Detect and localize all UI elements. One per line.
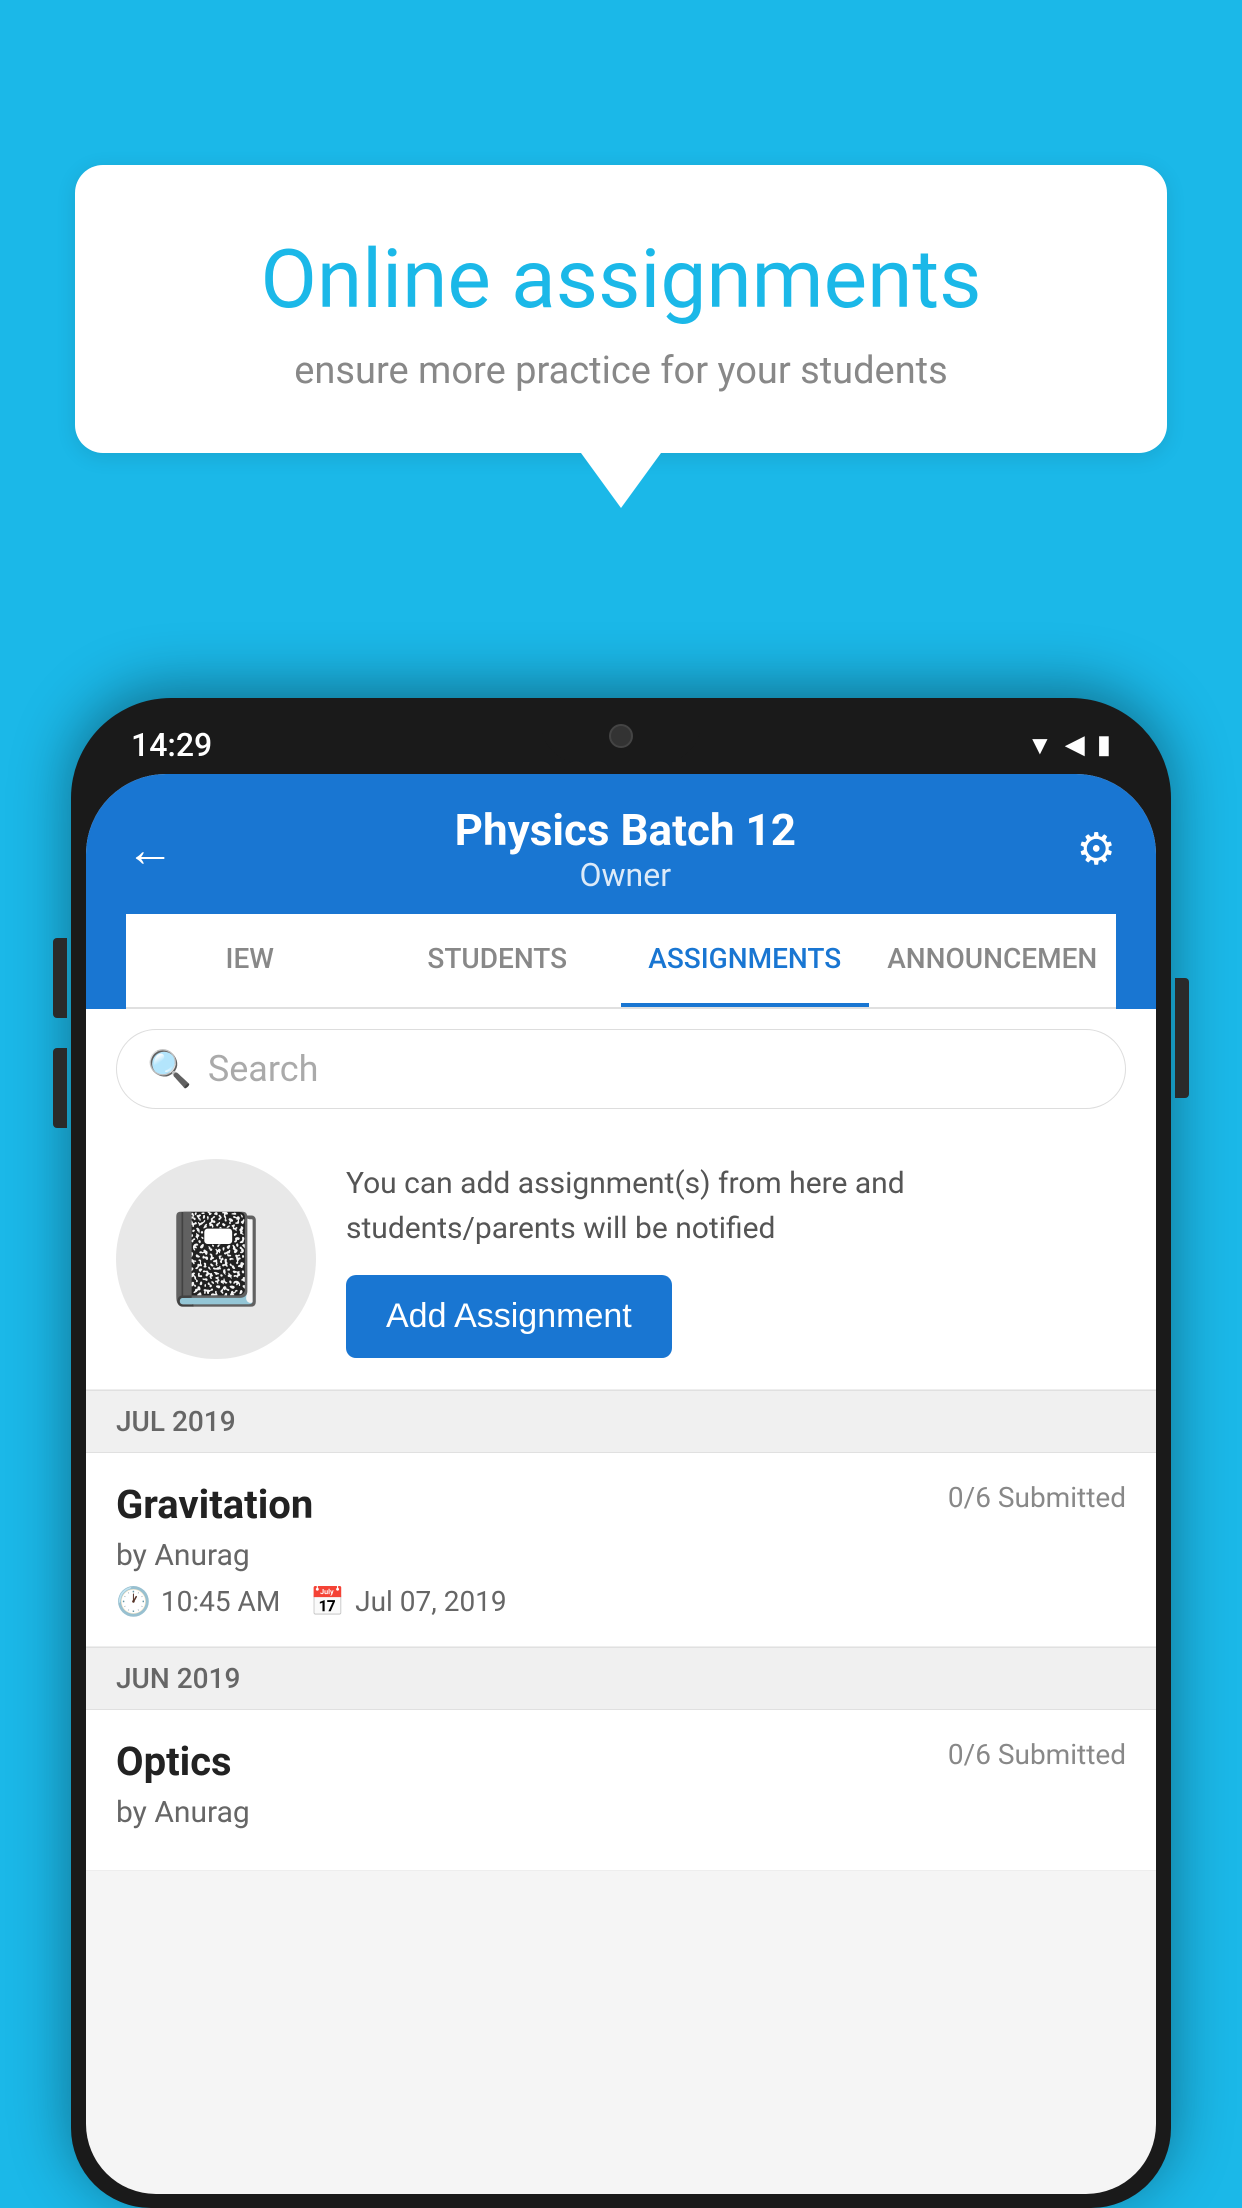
promo-description: You can add assignment(s) from here and … <box>346 1161 1126 1251</box>
speech-bubble: Online assignments ensure more practice … <box>75 165 1167 453</box>
status-bar: 14:29 ▼ ◀ ▮ <box>71 708 1171 764</box>
assignment-item-optics[interactable]: Optics 0/6 Submitted by Anurag <box>86 1710 1156 1871</box>
tab-announcements[interactable]: ANNOUNCEMEN <box>869 914 1117 1007</box>
promo-section: 📓 You can add assignment(s) from here an… <box>86 1129 1156 1390</box>
phone-frame: 14:29 ▼ ◀ ▮ ← Physics Batch 12 Owner ⚙ I… <box>71 698 1171 2208</box>
battery-icon: ▮ <box>1097 730 1111 760</box>
tabs-bar: IEW STUDENTS ASSIGNMENTS ANNOUNCEMEN <box>126 914 1116 1009</box>
search-icon: 🔍 <box>147 1048 192 1090</box>
assignment-submitted-optics: 0/6 Submitted <box>948 1738 1126 1771</box>
signal-icon: ◀ <box>1065 730 1085 760</box>
app-header: ← Physics Batch 12 Owner ⚙ IEW STUDENTS … <box>86 774 1156 1009</box>
assignment-meta-gravitation: 🕐 10:45 AM 📅 Jul 07, 2019 <box>116 1585 1126 1618</box>
phone-notch <box>541 708 701 763</box>
app-header-top: ← Physics Batch 12 Owner ⚙ <box>126 804 1116 914</box>
phone-screen: ← Physics Batch 12 Owner ⚙ IEW STUDENTS … <box>86 774 1156 2194</box>
assignment-submitted-gravitation: 0/6 Submitted <box>948 1481 1126 1514</box>
header-subtitle: Owner <box>455 856 796 894</box>
assignment-author-optics: by Anurag <box>116 1795 1126 1830</box>
tab-assignments[interactable]: ASSIGNMENTS <box>621 914 869 1007</box>
phone-camera <box>609 724 633 748</box>
tab-students[interactable]: STUDENTS <box>374 914 622 1007</box>
assignment-item-top: Gravitation 0/6 Submitted <box>116 1481 1126 1528</box>
meta-time-gravitation: 🕐 10:45 AM <box>116 1585 280 1618</box>
speech-bubble-arrow <box>581 453 661 508</box>
search-bar-container: 🔍 Search <box>86 1009 1156 1129</box>
add-assignment-button[interactable]: Add Assignment <box>346 1275 672 1358</box>
month-separator-jun: JUN 2019 <box>86 1647 1156 1710</box>
promo-icon-circle: 📓 <box>116 1159 316 1359</box>
assignment-item-top-optics: Optics 0/6 Submitted <box>116 1738 1126 1785</box>
month-separator-jul: JUL 2019 <box>86 1390 1156 1453</box>
tab-iew[interactable]: IEW <box>126 914 374 1007</box>
assignment-title-optics: Optics <box>116 1738 232 1785</box>
assignment-icon: 📓 <box>160 1207 272 1312</box>
header-title: Physics Batch 12 <box>455 804 796 856</box>
search-placeholder: Search <box>208 1048 319 1090</box>
settings-button[interactable]: ⚙ <box>1077 823 1116 875</box>
power-button <box>1175 978 1189 1098</box>
back-button[interactable]: ← <box>126 821 174 878</box>
speech-bubble-subtitle: ensure more practice for your students <box>155 349 1087 393</box>
phone-status-icons: ▼ ◀ ▮ <box>1027 730 1111 761</box>
assignment-time-gravitation: 10:45 AM <box>161 1585 280 1618</box>
volume-down-button <box>53 1048 67 1128</box>
speech-bubble-container: Online assignments ensure more practice … <box>75 165 1167 508</box>
content-area: 🔍 Search 📓 You can add assignment(s) fro… <box>86 1009 1156 1871</box>
assignment-author-gravitation: by Anurag <box>116 1538 1126 1573</box>
assignment-date-gravitation: Jul 07, 2019 <box>355 1585 507 1618</box>
meta-date-gravitation: 📅 Jul 07, 2019 <box>310 1585 506 1618</box>
calendar-icon: 📅 <box>310 1585 345 1618</box>
header-title-block: Physics Batch 12 Owner <box>455 804 796 894</box>
promo-text-block: You can add assignment(s) from here and … <box>346 1161 1126 1358</box>
wifi-icon: ▼ <box>1027 730 1053 761</box>
speech-bubble-title: Online assignments <box>155 235 1087 325</box>
phone-time: 14:29 <box>131 726 212 764</box>
assignment-item-gravitation[interactable]: Gravitation 0/6 Submitted by Anurag 🕐 10… <box>86 1453 1156 1647</box>
volume-up-button <box>53 938 67 1018</box>
search-bar[interactable]: 🔍 Search <box>116 1029 1126 1109</box>
clock-icon: 🕐 <box>116 1585 151 1618</box>
assignment-title-gravitation: Gravitation <box>116 1481 313 1528</box>
